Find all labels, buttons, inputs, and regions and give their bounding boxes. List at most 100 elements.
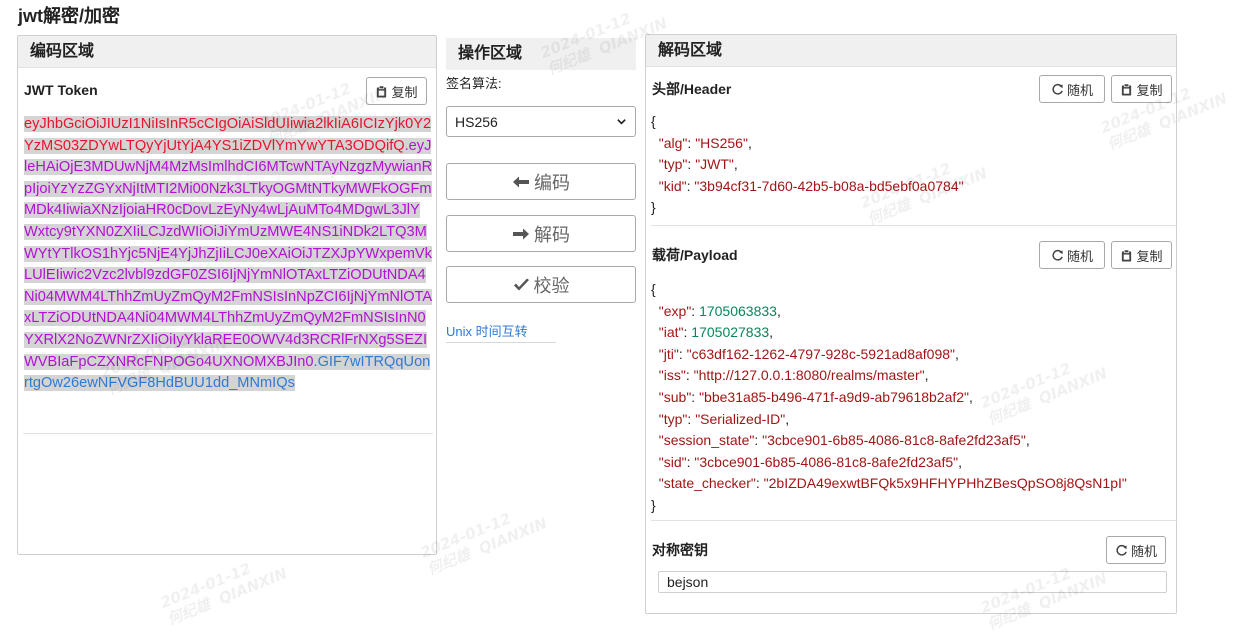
payload-field-key: "jti" (658, 345, 679, 362)
decode-label: 解码 (534, 224, 570, 245)
json-separator: , (955, 345, 959, 362)
checkmark-icon (513, 278, 529, 290)
header-field-key: "kid" (658, 177, 687, 194)
decoded-panel: 解码区域 头部/Header 随机 复制 { "alg": "HS256", "… (645, 34, 1178, 614)
secret-random-button[interactable]: 随机 (1106, 536, 1166, 564)
json-separator: , (733, 156, 738, 173)
watermark: 2024-01-12 何纪雄 QIANXIN (417, 509, 550, 579)
header-random-button[interactable]: 随机 (1039, 75, 1105, 103)
json-colon: : (691, 302, 700, 319)
payload-field-key: "exp" (658, 302, 692, 319)
payload-copy-label: 复制 (1136, 248, 1163, 264)
secret-random-label: 随机 (1130, 543, 1157, 559)
decoded-panel-heading: 解码区域 (646, 35, 1176, 67)
encode-label: 编码 (534, 172, 570, 193)
copy-token-button[interactable]: 复制 (366, 77, 427, 105)
unix-time-convert-link[interactable]: Unix 时间互转 (446, 321, 556, 343)
payload-field-value: "bbe31a85-b496-471f-a9d9-ab79618b2af2" (699, 388, 970, 405)
json-brace: } (651, 496, 656, 513)
algorithm-label: 签名算法: (446, 76, 502, 91)
algorithm-selected-value: HS256 (455, 113, 498, 130)
header-label: 头部/Header (652, 81, 732, 97)
arrow-left-icon (513, 176, 529, 187)
watermark: 2024-01-12 何纪雄 QIANXIN (157, 559, 290, 629)
token-payload-part: eyJleHAiOjE3MDUwNjM4MzMsImlhdCI6MTcwNTAy… (24, 137, 433, 370)
json-brace: { (651, 113, 656, 129)
chevron-down-icon (617, 119, 626, 125)
header-field-key: "alg" (658, 134, 688, 151)
refresh-icon (1052, 83, 1063, 95)
operations-heading: 操作区域 (446, 38, 636, 70)
payload-field-value: "Serialized-ID" (695, 410, 786, 427)
header-copy-button[interactable]: 复制 (1111, 75, 1172, 103)
header-field-value: "3b94cf31-7d60-42b5-b08a-bd5ebf0a0784" (694, 177, 964, 194)
header-field-value: "JWT" (695, 156, 734, 173)
payload-json-editor[interactable]: { "exp": 1705063833, "iat": 1705027833, … (651, 279, 1178, 521)
json-separator: , (747, 134, 752, 151)
payload-field-value: "3cbce901-6b85-4086-81c8-8afe2fd23af5" (762, 432, 1026, 449)
json-brace: } (651, 199, 656, 216)
json-separator: , (785, 410, 790, 427)
verify-label: 校验 (533, 275, 570, 296)
token-header-part: eyJhbGciOiJIUzI1NiIsInR5cCIgOiAiSldUIiwi… (24, 116, 432, 154)
refresh-icon (1116, 544, 1127, 556)
json-brace: { (651, 281, 656, 297)
json-separator: , (969, 388, 973, 405)
json-colon: : (755, 475, 764, 492)
payload-field-key: "iat" (658, 324, 684, 341)
payload-field-key: "state_checker" (658, 475, 756, 492)
payload-field-key: "sub" (658, 388, 692, 405)
payload-field-value: 1705027833 (691, 324, 770, 341)
json-colon: : (754, 432, 763, 449)
payload-random-label: 随机 (1066, 248, 1093, 264)
encode-button[interactable]: 编码 (446, 163, 636, 200)
header-random-label: 随机 (1066, 82, 1093, 98)
payload-field-key: "iss" (658, 367, 686, 384)
payload-field-key: "session_state" (658, 432, 755, 449)
clipboard-icon (377, 85, 387, 98)
json-colon: : (691, 388, 700, 405)
header-copy-label: 复制 (1136, 82, 1163, 98)
decode-button[interactable]: 解码 (446, 215, 636, 252)
encoded-panel-heading: 编码区域 (18, 36, 436, 68)
header-field-value: "HS256" (695, 134, 748, 151)
arrow-right-icon (513, 228, 529, 239)
secret-key-label: 对称密钥 (652, 542, 708, 558)
payload-random-button[interactable]: 随机 (1039, 241, 1105, 269)
refresh-icon (1052, 249, 1063, 261)
json-colon: : (678, 345, 687, 362)
encoded-panel: 编码区域 JWT Token 复制 eyJhbGciOiJIUzI1NiIsIn… (17, 35, 437, 555)
payload-field-value: "3cbce901-6b85-4086-81c8-8afe2fd23af5" (694, 453, 959, 470)
copy-token-label: 复制 (391, 84, 418, 100)
payload-field-key: "typ" (658, 410, 688, 427)
secret-key-input[interactable]: bejson (658, 571, 1167, 593)
jwt-token-label: JWT Token (24, 82, 98, 98)
payload-field-value: "c63df162-1262-4797-928c-5921ad8af098" (686, 345, 956, 362)
clipboard-icon (1122, 83, 1132, 96)
payload-copy-button[interactable]: 复制 (1111, 241, 1172, 269)
payload-field-value: "2bIZDA49exwtBFQk5x9HFHYPHhZBesQpSO8j8Qs… (763, 475, 1127, 492)
json-separator: , (958, 453, 962, 470)
algorithm-select[interactable]: HS256 (446, 106, 636, 137)
verify-button[interactable]: 校验 (446, 266, 636, 303)
payload-field-key: "sid" (658, 453, 687, 470)
clipboard-icon (1122, 249, 1132, 262)
payload-label: 载荷/Payload (652, 247, 738, 263)
json-separator: , (769, 324, 774, 341)
header-json-editor[interactable]: { "alg": "HS256", "typ": "JWT", "kid": "… (651, 111, 1178, 226)
payload-field-value: 1705063833 (699, 302, 777, 319)
jwt-token-input[interactable]: eyJhbGciOiJIUzI1NiIsInR5cCIgOiAiSldUIiwi… (23, 114, 433, 434)
header-field-key: "typ" (658, 156, 688, 173)
